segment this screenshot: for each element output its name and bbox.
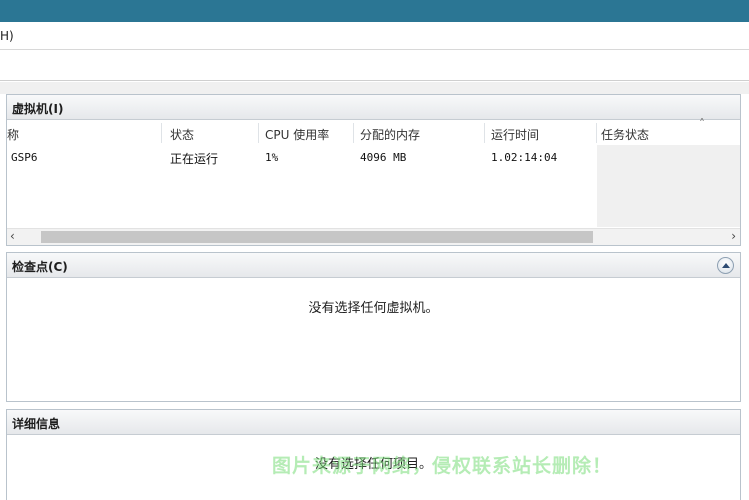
vm-state-cell: 正在运行 [170,152,219,166]
details-header: 详细信息 [7,410,740,435]
vm-memory-cell: 4096 MB [360,151,407,164]
column-header-cpu[interactable]: CPU 使用率 [265,121,329,145]
column-header-state[interactable]: 状态 [170,121,194,145]
column-header-uptime[interactable]: 运行时间 [491,121,539,145]
horizontal-scrollbar[interactable]: ‹ › [7,228,740,245]
sort-ascending-icon: ˄ [699,117,705,131]
watermark-text: 图片来源于网络，侵权联系站长删除！ [272,455,613,477]
vm-name-cell: GSP6 [11,151,38,164]
checkpoints-panel: 检查点(C) 没有选择任何虚拟机。 [6,252,741,402]
scroll-right-icon[interactable]: › [731,229,736,243]
virtual-machines-title: 虚拟机(I) [12,102,64,116]
scrollbar-thumb[interactable] [41,231,593,243]
column-divider[interactable] [484,123,485,143]
details-title: 详细信息 [12,417,61,431]
window-title-bar [0,0,749,22]
column-header-task-status[interactable]: 任务状态 [601,121,649,145]
column-divider[interactable] [596,123,597,143]
panel-gap [0,82,749,94]
column-header-name[interactable]: 称 [7,121,19,145]
checkpoints-header: 检查点(C) [7,253,740,278]
task-status-column-background [597,145,740,227]
collapse-icon[interactable] [717,257,734,274]
checkpoints-title: 检查点(C) [12,260,68,274]
column-divider[interactable] [161,123,162,143]
column-divider[interactable] [258,123,259,143]
scroll-left-icon[interactable]: ‹ [10,229,15,243]
column-divider[interactable] [353,123,354,143]
checkpoints-empty-message: 没有选择任何虚拟机。 [308,301,439,316]
column-header-memory[interactable]: 分配的内存 [360,121,420,145]
vm-uptime-cell: 1.02:14:04 [491,151,558,164]
menu-item-help[interactable]: H) [0,29,14,43]
menu-bar: H) [0,22,749,50]
virtual-machines-header: 虚拟机(I) [7,95,740,120]
toolbar [0,51,749,81]
virtual-machines-panel: 虚拟机(I) ˄ 称 状态 CPU 使用率 分配的内存 运行时间 任务状态 GS… [6,94,741,246]
vm-cpu-cell: 1% [265,151,279,164]
